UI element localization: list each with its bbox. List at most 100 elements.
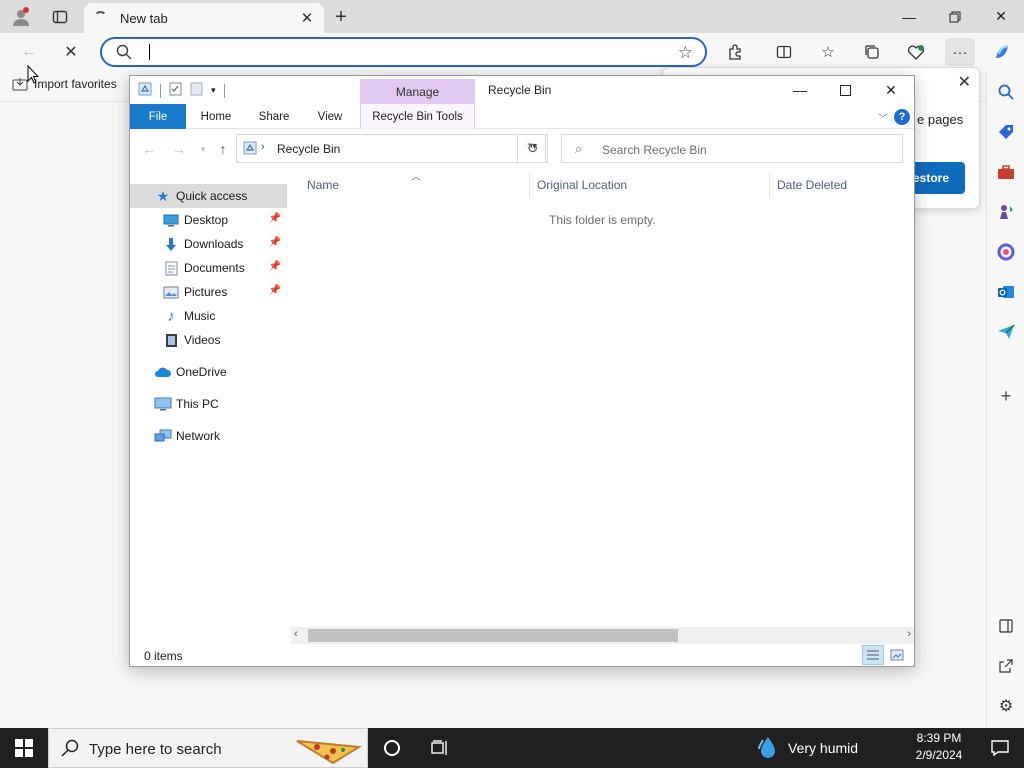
- nav-item-documents[interactable]: Documents 📌: [130, 256, 287, 280]
- nav-onedrive[interactable]: OneDrive: [130, 360, 287, 384]
- notifications-icon[interactable]: [976, 728, 1024, 768]
- pin-icon[interactable]: 📌: [269, 285, 281, 296]
- customize-toolbar-icon[interactable]: ▾: [211, 85, 216, 96]
- taskbar-search-placeholder: Type here to search: [89, 741, 222, 758]
- explorer-window-title: Recycle Bin: [488, 83, 552, 97]
- manage-context-tab[interactable]: Manage: [360, 79, 475, 104]
- explorer-minimize-button[interactable]: ―: [777, 76, 823, 104]
- explorer-back-icon[interactable]: ←: [138, 137, 160, 161]
- breadcrumb-recycle-bin[interactable]: Recycle Bin: [277, 142, 340, 156]
- weather-widget[interactable]: Very humid: [756, 728, 858, 768]
- tab-view[interactable]: View: [306, 104, 354, 129]
- add-favorite-star-icon[interactable]: ☆: [678, 43, 693, 63]
- address-bar[interactable]: ☆: [100, 37, 707, 67]
- tab-actions-icon[interactable]: [47, 4, 73, 30]
- copilot-icon[interactable]: [987, 38, 1017, 66]
- browser-tab-new-tab[interactable]: New tab ✕: [84, 3, 324, 33]
- back-button[interactable]: ←: [14, 38, 44, 66]
- refresh-button[interactable]: ↻: [517, 134, 548, 163]
- profile-icon[interactable]: [8, 4, 34, 30]
- close-popup-icon[interactable]: ✕: [958, 72, 971, 92]
- explorer-title-bar: ▾ Manage Recycle Bin ― ✕: [130, 76, 914, 104]
- nav-network-label: Network: [176, 429, 221, 443]
- outlook-icon[interactable]: [993, 279, 1019, 305]
- new-tab-button[interactable]: +: [328, 4, 354, 30]
- send-drop-icon[interactable]: [993, 319, 1019, 345]
- tab-file[interactable]: File: [130, 104, 186, 129]
- collections-icon[interactable]: [857, 38, 887, 66]
- loading-spinner-icon: [94, 11, 107, 24]
- favorites-icon[interactable]: ☆: [813, 38, 843, 66]
- browser-essentials-icon[interactable]: [901, 38, 931, 66]
- properties-icon[interactable]: [169, 82, 182, 99]
- explorer-close-button[interactable]: ✕: [868, 76, 914, 104]
- column-original-location[interactable]: Original Location: [537, 178, 627, 192]
- up-level-icon[interactable]: ↑: [212, 137, 234, 161]
- pin-icon[interactable]: 📌: [269, 261, 281, 272]
- recent-locations-chevron-icon[interactable]: ▾: [192, 137, 214, 161]
- new-folder-icon[interactable]: [190, 82, 203, 99]
- desktop-icon: [162, 211, 180, 229]
- cortana-circle-icon[interactable]: [368, 728, 416, 768]
- nav-item-desktop[interactable]: Desktop 📌: [130, 208, 287, 232]
- sidebar-settings-gear-icon[interactable]: ⚙: [993, 693, 1019, 719]
- games-chess-icon[interactable]: [993, 199, 1019, 225]
- extensions-icon[interactable]: [720, 38, 750, 66]
- tab-share[interactable]: Share: [250, 104, 298, 129]
- nav-item-pictures[interactable]: Pictures 📌: [130, 280, 287, 304]
- nav-network[interactable]: Network: [130, 424, 287, 448]
- tools-toolbox-icon[interactable]: [993, 159, 1019, 185]
- horizontal-scrollbar[interactable]: ‹ ›: [291, 627, 914, 644]
- nav-item-music[interactable]: ♪ Music: [130, 304, 287, 328]
- tab-recycle-bin-tools[interactable]: Recycle Bin Tools: [360, 104, 475, 129]
- expand-ribbon-chevron-icon[interactable]: ﹀: [878, 110, 888, 125]
- explorer-search-box[interactable]: ⌕ Search Recycle Bin: [561, 134, 903, 163]
- explorer-ribbon-tabs: File Home Share View Recycle Bin Tools ﹀…: [130, 104, 914, 129]
- column-divider[interactable]: [529, 172, 530, 198]
- taskbar-clock[interactable]: 8:39 PM 2/9/2024: [900, 730, 978, 764]
- shopping-tag-icon[interactable]: [993, 119, 1019, 145]
- restore-button[interactable]: [932, 0, 978, 33]
- nav-quick-access[interactable]: ★ Quick access: [130, 184, 287, 208]
- scroll-right-arrow-icon[interactable]: ›: [907, 628, 911, 640]
- add-sidebar-app-icon[interactable]: +: [993, 383, 1019, 409]
- explorer-address-bar[interactable]: › Recycle Bin ▾: [236, 134, 546, 163]
- start-button-windows-icon[interactable]: [0, 728, 48, 768]
- close-window-button[interactable]: ✕: [978, 0, 1024, 33]
- column-divider[interactable]: [769, 172, 770, 198]
- quick-access-toolbar: ▾: [138, 82, 225, 99]
- explorer-maximize-button[interactable]: [822, 76, 868, 104]
- stop-loading-button[interactable]: ✕: [56, 38, 86, 66]
- import-favorites-label: Import favorites: [34, 77, 117, 91]
- pin-icon[interactable]: 📌: [269, 237, 281, 248]
- file-explorer-window: ▾ Manage Recycle Bin ― ✕ File Home Share…: [129, 75, 915, 667]
- taskbar-search-box[interactable]: Type here to search: [48, 728, 368, 768]
- hide-sidebar-icon[interactable]: [993, 613, 1019, 639]
- nav-item-downloads[interactable]: Downloads 📌: [130, 232, 287, 256]
- details-view-icon[interactable]: [862, 645, 884, 665]
- pin-icon[interactable]: 📌: [269, 213, 281, 224]
- open-external-icon[interactable]: [993, 653, 1019, 679]
- task-view-icon[interactable]: [416, 728, 464, 768]
- help-icon[interactable]: ?: [894, 109, 910, 125]
- explorer-forward-icon[interactable]: →: [168, 137, 190, 161]
- settings-more-icon[interactable]: ···: [945, 38, 975, 66]
- sort-ascending-chevron-icon: ︿: [411, 172, 421, 183]
- scrollbar-thumb[interactable]: [308, 629, 678, 642]
- close-tab-icon[interactable]: ✕: [296, 7, 318, 29]
- microsoft-365-icon[interactable]: [993, 239, 1019, 265]
- empty-folder-message: This folder is empty.: [549, 213, 656, 227]
- column-name[interactable]: Name: [307, 178, 339, 192]
- scroll-left-arrow-icon[interactable]: ‹: [294, 628, 298, 640]
- nav-item-videos[interactable]: Videos: [130, 328, 287, 352]
- nav-this-pc[interactable]: This PC: [130, 392, 287, 416]
- tab-home[interactable]: Home: [192, 104, 240, 129]
- weather-text: Very humid: [788, 740, 859, 756]
- column-date-deleted[interactable]: Date Deleted: [777, 178, 847, 192]
- search-icon[interactable]: [993, 79, 1019, 105]
- restore-button-label: estore: [912, 171, 949, 185]
- large-icons-view-icon[interactable]: [886, 645, 908, 665]
- split-screen-icon[interactable]: [769, 38, 799, 66]
- minimize-button[interactable]: ―: [886, 0, 932, 33]
- breadcrumb-separator-icon[interactable]: ›: [261, 141, 265, 153]
